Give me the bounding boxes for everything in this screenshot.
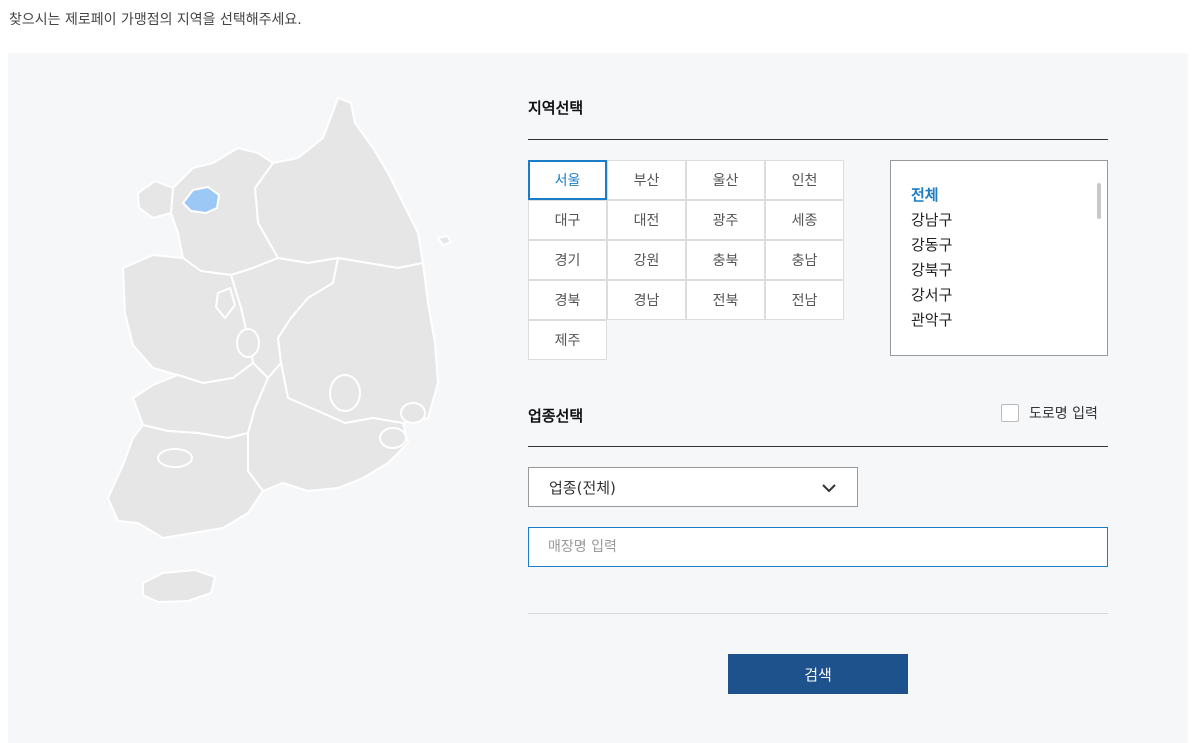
korea-map-svg[interactable] <box>83 93 473 613</box>
region-section-divider <box>528 139 1108 140</box>
region-daejeon-button[interactable]: 대전 <box>607 200 686 240</box>
search-panel: 지역선택 서울 부산 울산 인천 대구 대전 광주 세종 경기 강원 충북 충남… <box>8 53 1188 743</box>
region-jeonbuk-button[interactable]: 전북 <box>686 280 765 320</box>
region-gyeongbuk-button[interactable]: 경북 <box>528 280 607 320</box>
district-item-gwanak[interactable]: 관악구 <box>911 308 952 333</box>
region-chungnam-button[interactable]: 충남 <box>765 240 844 280</box>
region-gyeongnam-button[interactable]: 경남 <box>607 280 686 320</box>
korea-map[interactable] <box>83 93 473 613</box>
district-item-gangseo[interactable]: 강서구 <box>911 283 952 308</box>
region-incheon-button[interactable]: 인천 <box>765 160 844 200</box>
map-region-gangwon[interactable] <box>254 97 424 269</box>
region-sejong-button[interactable]: 세종 <box>765 200 844 240</box>
region-seoul-button[interactable]: 서울 <box>528 160 607 200</box>
district-item-gangbuk[interactable]: 강북구 <box>911 258 952 283</box>
district-list: 전체 강남구 강동구 강북구 강서구 관악구 <box>911 183 952 333</box>
map-region-daejeon[interactable] <box>236 328 260 358</box>
district-item-all[interactable]: 전체 <box>911 183 952 208</box>
map-region-gwangju[interactable] <box>157 448 193 468</box>
category-section-title: 업종선택 <box>528 407 584 425</box>
road-name-label: 도로명 입력 <box>1029 406 1098 422</box>
map-region-jeonnam[interactable] <box>107 424 264 539</box>
map-region-jeju[interactable] <box>142 569 216 603</box>
region-chungbuk-button[interactable]: 충북 <box>686 240 765 280</box>
map-region-daegu[interactable] <box>329 374 361 412</box>
district-list-box[interactable]: 전체 강남구 강동구 강북구 강서구 관악구 <box>890 160 1108 356</box>
region-gangwon-button[interactable]: 강원 <box>607 240 686 280</box>
map-region-busan[interactable] <box>379 427 407 449</box>
region-daegu-button[interactable]: 대구 <box>528 200 607 240</box>
category-select-value: 업종(전체) <box>549 478 616 497</box>
region-jeonnam-button[interactable]: 전남 <box>765 280 844 320</box>
map-region-ulleungdo[interactable] <box>437 235 452 246</box>
district-scrollbar[interactable] <box>1097 183 1101 219</box>
search-button[interactable]: 검색 <box>728 654 908 694</box>
region-ulsan-button[interactable]: 울산 <box>686 160 765 200</box>
chevron-down-icon <box>822 484 836 493</box>
district-item-gangdong[interactable]: 강동구 <box>911 233 952 258</box>
region-gwangju-button[interactable]: 광주 <box>686 200 765 240</box>
district-item-gangnam[interactable]: 강남구 <box>911 208 952 233</box>
road-name-toggle[interactable]: 도로명 입력 <box>1001 403 1098 423</box>
region-gyeonggi-button[interactable]: 경기 <box>528 240 607 280</box>
region-busan-button[interactable]: 부산 <box>607 160 686 200</box>
category-select[interactable]: 업종(전체) <box>528 467 858 507</box>
category-section-divider <box>528 446 1108 447</box>
road-name-checkbox[interactable] <box>1001 404 1019 422</box>
store-name-input[interactable] <box>528 527 1108 567</box>
form-bottom-divider <box>528 613 1108 614</box>
map-region-ulsan[interactable] <box>400 402 426 424</box>
intro-text: 찾으시는 제로페이 가맹점의 지역을 선택해주세요. <box>9 12 302 28</box>
region-section-title: 지역선택 <box>528 99 584 117</box>
map-region-incheon[interactable] <box>137 180 174 219</box>
region-jeju-button[interactable]: 제주 <box>528 320 607 360</box>
